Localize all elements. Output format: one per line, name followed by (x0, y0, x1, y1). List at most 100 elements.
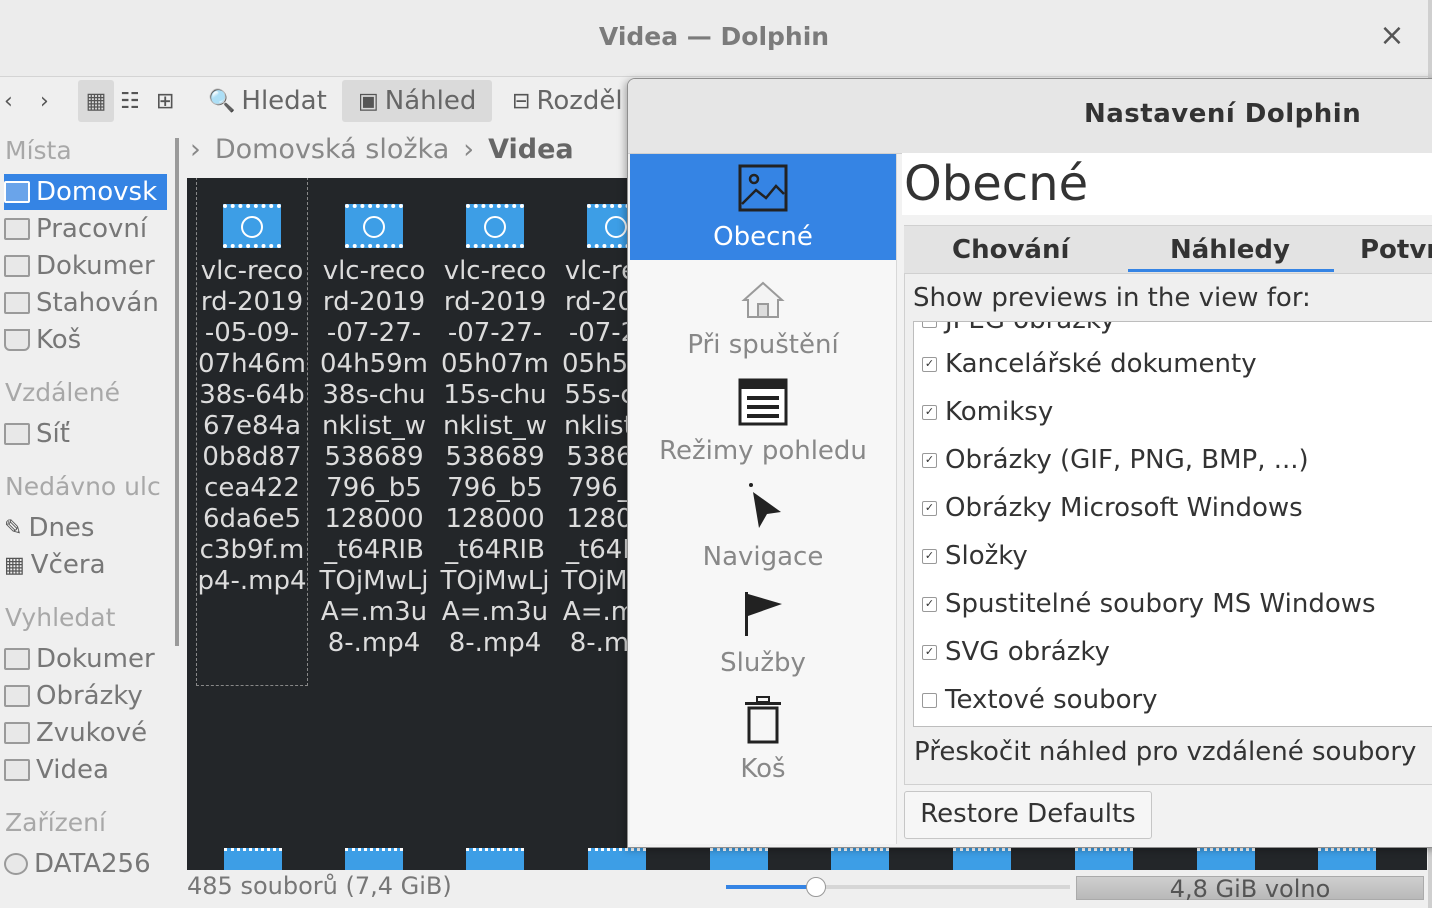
video-file-icon[interactable] (345, 848, 403, 870)
desktop-folder-icon (4, 218, 30, 240)
video-file-icon[interactable] (588, 848, 646, 870)
sidebar-item-desktop[interactable]: Pracovní (4, 211, 167, 247)
back-button[interactable]: ‹ (4, 80, 13, 122)
settings-page-list: Obecné Při spuštění Režimy pohledu Navig… (630, 154, 897, 844)
folder-icon (4, 648, 30, 670)
list-item[interactable]: ✓ Komiksy (922, 392, 1053, 432)
checkbox[interactable]: ✓ (922, 548, 937, 564)
preview-button[interactable]: ▣ Náhled (342, 80, 493, 122)
clock-icon: ✎ (4, 515, 23, 541)
folder-icon (4, 759, 30, 781)
list-item[interactable]: ✓ Obrázky (GIF, PNG, BMP, ...) (922, 440, 1309, 480)
video-file-icon[interactable] (1318, 848, 1376, 870)
zoom-slider-handle[interactable] (806, 877, 826, 897)
video-file-icon[interactable] (953, 848, 1011, 870)
list-icon: ☷ (120, 88, 140, 114)
checkbox[interactable]: ✓ (922, 500, 937, 516)
preview-plugins-list[interactable]: ✓JPEG obrázky ✓Kancelářské dokumenty ✓Ko… (913, 321, 1432, 727)
back-icon: ‹ (4, 88, 13, 114)
list-item[interactable]: ✓ Spustitelné soubory MS Windows (922, 584, 1376, 624)
list-item[interactable]: ✓ Složky (922, 536, 1028, 576)
close-icon[interactable]: × (1376, 18, 1408, 54)
sidebar-item-search-videos[interactable]: Videa (4, 752, 167, 788)
breadcrumb-separator: › (190, 134, 201, 165)
page-label: Režimy pohledu (659, 436, 867, 466)
page-startup[interactable]: Při spuštění (630, 262, 896, 368)
video-file-icon[interactable] (710, 848, 768, 870)
checkbox[interactable]: ✓ (922, 404, 937, 420)
breadcrumb-current[interactable]: Videa (488, 134, 574, 165)
video-file-icon[interactable] (1197, 848, 1255, 870)
page-navigation[interactable]: Navigace (630, 474, 896, 580)
grid-icon: ▦ (85, 88, 107, 114)
page-label: Navigace (702, 542, 824, 572)
page-trash[interactable]: Koš (630, 686, 896, 792)
file-item[interactable]: vlc-record-2019-05-09-07h46m38s-64b67e84… (196, 178, 308, 686)
sidebar-item-trash[interactable]: Koš (4, 322, 167, 358)
sidebar-item-yesterday[interactable]: ▦ Včera (4, 547, 167, 583)
checkbox[interactable]: ✓ (922, 322, 937, 328)
tab-confirmations[interactable]: Potvr (1360, 226, 1432, 274)
video-file-icon (587, 204, 627, 248)
tab-behavior[interactable]: Chování (952, 226, 1069, 274)
tab-previews[interactable]: Náhledy (1170, 226, 1290, 274)
home-icon (630, 262, 896, 320)
checkbox[interactable]: ✓ (922, 644, 937, 660)
page-view-modes[interactable]: Režimy pohledu (630, 368, 896, 474)
sidebar-item-device[interactable]: DATA256 (4, 846, 167, 882)
search-header: Vyhledat (5, 603, 116, 632)
video-file-icon (223, 204, 281, 248)
skip-remote-previews-label[interactable]: Přeskočit náhled pro vzdálené soubory (914, 737, 1416, 767)
settings-dialog: Nastavení Dolphin Obecné Při spuštění Re… (627, 78, 1432, 848)
checkbox[interactable] (922, 692, 937, 708)
panel-splitter[interactable] (175, 138, 179, 646)
forward-button[interactable]: › (40, 80, 49, 122)
sidebar-item-home[interactable]: Domovsk (4, 174, 167, 210)
calendar-icon: ▦ (4, 552, 25, 578)
folder-icon (4, 292, 30, 314)
list-item[interactable]: ✓ Kancelářské dokumenty (922, 344, 1257, 384)
file-view[interactable]: vlc-record-2019-05-09-07h46m38s-64b67e84… (187, 178, 627, 868)
list-item[interactable]: Textové soubory (922, 680, 1158, 720)
file-item[interactable]: vlc-record-2019-07-27-05h55m55s-chunklis… (561, 178, 627, 659)
list-item[interactable]: ✓ SVG obrázky (922, 632, 1110, 672)
flag-icon (630, 580, 896, 638)
split-icon: ⊟ (512, 88, 531, 114)
sidebar-item-today[interactable]: ✎ Dnes (4, 510, 167, 546)
places-header: Místa (5, 136, 72, 165)
video-file-icon[interactable] (1075, 848, 1133, 870)
folder-icon (4, 685, 30, 707)
sidebar-item-documents[interactable]: Dokumer (4, 248, 167, 284)
page-title: Obecné (902, 153, 1432, 215)
sidebar-item-network[interactable]: Síť (4, 416, 167, 452)
page-general[interactable]: Obecné (630, 154, 896, 260)
details-view-button[interactable]: ⊞ (156, 80, 174, 122)
sidebar-item-downloads[interactable]: Stahován (4, 285, 167, 321)
checkbox[interactable]: ✓ (922, 596, 937, 612)
sidebar-item-search-audio[interactable]: Zvukové (4, 715, 167, 751)
file-item[interactable]: vlc-record-2019-07-27-05h07m15s-chunklis… (440, 178, 550, 659)
tab-bar: Chování Náhledy Potvr (904, 225, 1432, 274)
image-icon (630, 154, 896, 212)
checkbox[interactable]: ✓ (922, 452, 937, 468)
page-services[interactable]: Služby (630, 580, 896, 686)
search-button[interactable]: 🔍 Hledat (208, 80, 327, 122)
restore-defaults-button[interactable]: Restore Defaults (904, 791, 1152, 839)
checkbox[interactable]: ✓ (922, 356, 937, 372)
list-item[interactable]: ✓JPEG obrázky (922, 322, 1115, 340)
sidebar-item-search-images[interactable]: Obrázky (4, 678, 167, 714)
video-file-icon[interactable] (224, 848, 282, 870)
compact-view-button[interactable]: ☷ (120, 80, 140, 122)
video-file-icon[interactable] (466, 848, 524, 870)
sidebar-item-search-documents[interactable]: Dokumer (4, 641, 167, 677)
breadcrumb-home[interactable]: Domovská složka (215, 134, 449, 165)
video-file-icon[interactable] (831, 848, 889, 870)
icons-view-button[interactable]: ▦ (78, 80, 114, 122)
trash-icon (4, 329, 30, 351)
free-space-indicator: 4,8 GiB volno (1076, 876, 1424, 901)
file-item[interactable]: vlc-record-2019-07-27-04h59m38s-chunklis… (319, 178, 429, 659)
home-folder-icon (4, 181, 30, 203)
split-button[interactable]: ⊟ Rozděl (512, 80, 623, 122)
status-text: 485 souborů (7,4 GiB) (187, 872, 452, 900)
list-item[interactable]: ✓ Obrázky Microsoft Windows (922, 488, 1303, 528)
